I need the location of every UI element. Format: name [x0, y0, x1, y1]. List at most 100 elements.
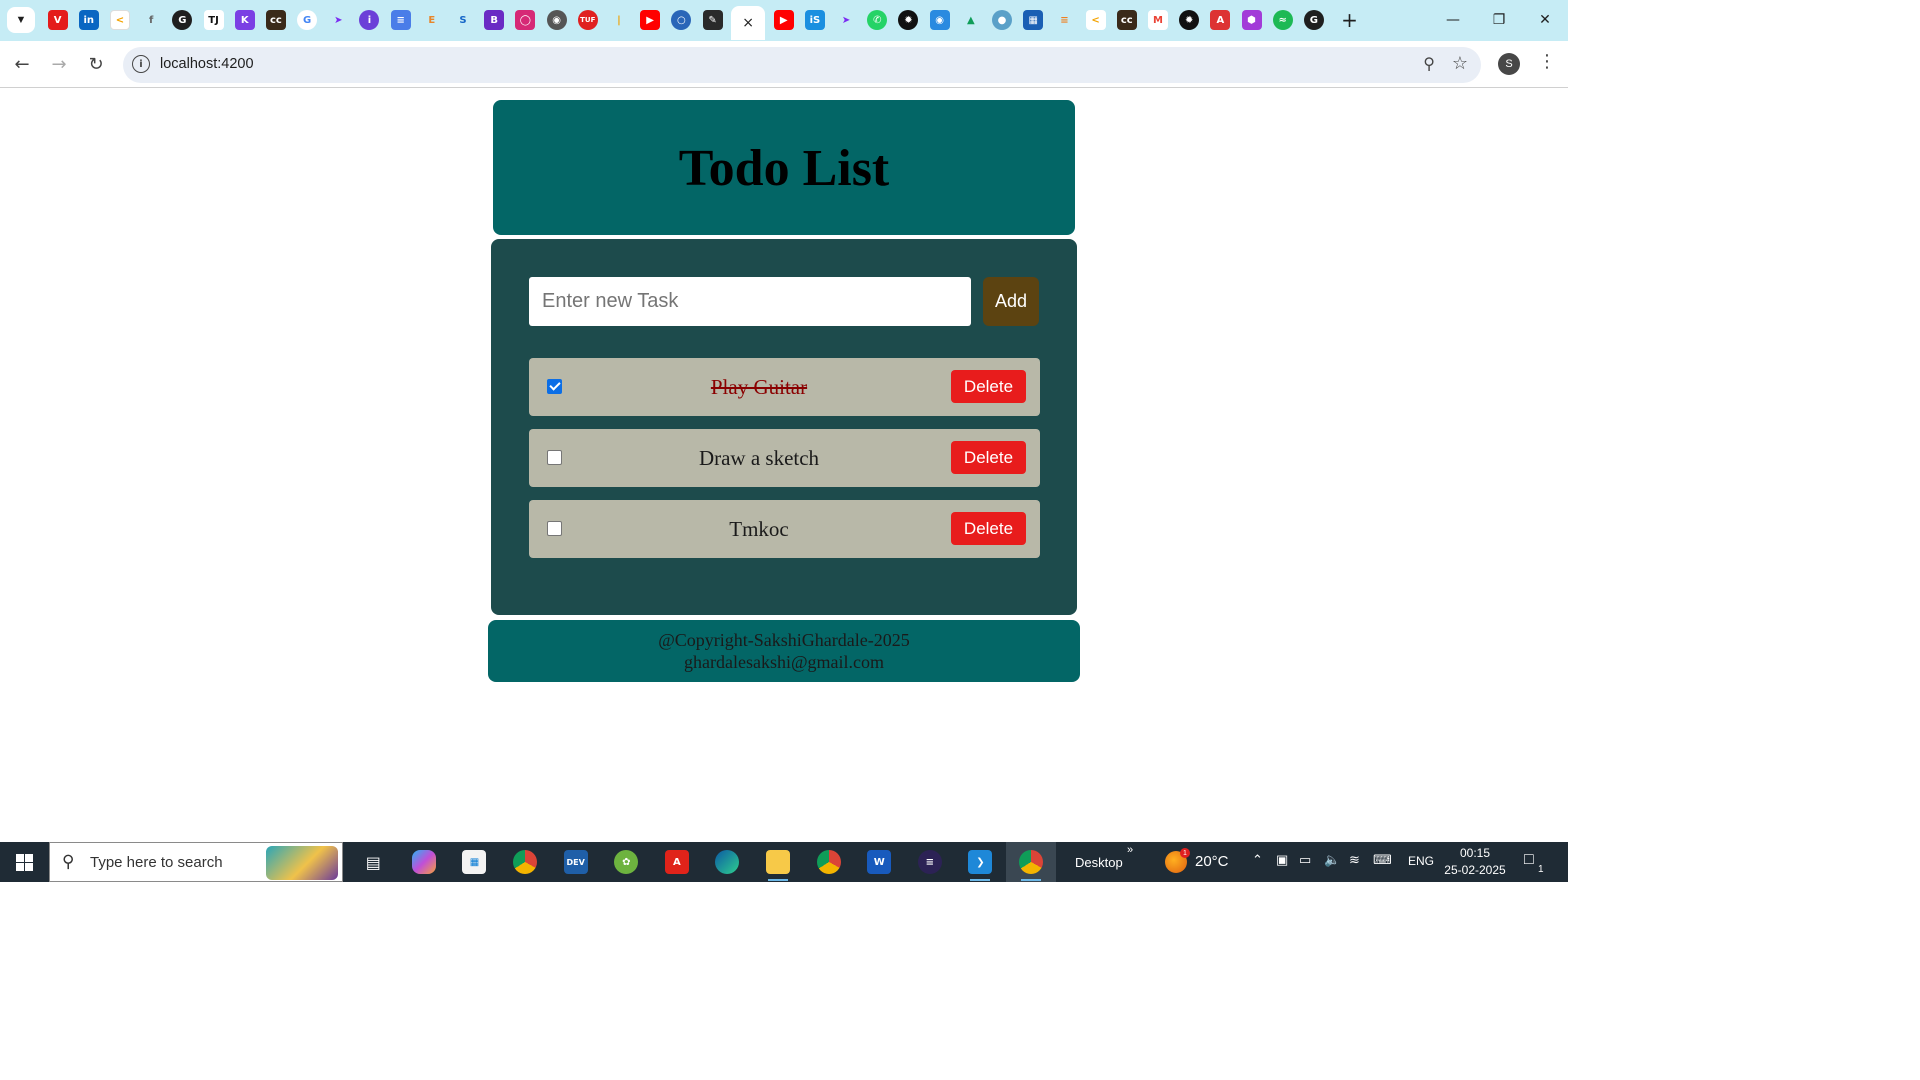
tab-is-icon[interactable]: iS: [804, 10, 825, 30]
tab-chat-icon[interactable]: ◉: [929, 10, 950, 30]
tab-gmail-icon[interactable]: M: [1147, 10, 1168, 30]
keyboard-icon[interactable]: ⌨: [1373, 852, 1392, 868]
taskbar-search-placeholder: Type here to search: [90, 854, 223, 871]
battery-icon[interactable]: ▭: [1299, 852, 1311, 868]
tab-instagram-icon[interactable]: ◯: [515, 10, 536, 30]
tab-drive-icon[interactable]: ▲: [960, 10, 981, 30]
weather-temperature[interactable]: 20°C: [1195, 853, 1229, 870]
tab-b-icon[interactable]: B: [484, 10, 505, 30]
delete-task-button[interactable]: Delete: [951, 441, 1026, 474]
edge-button[interactable]: [702, 842, 753, 882]
tab-linkedin-icon[interactable]: in: [78, 10, 99, 30]
tab-angular-icon[interactable]: A: [1210, 10, 1231, 30]
copilot-button[interactable]: [399, 842, 450, 882]
task-checkbox[interactable]: [547, 450, 562, 465]
more-menu-icon[interactable]: ⋮: [1538, 51, 1556, 72]
tab-youtube-icon[interactable]: ▶: [640, 10, 661, 30]
delete-task-button[interactable]: Delete: [951, 370, 1026, 403]
desktop-toolbar-label[interactable]: Desktop: [1075, 842, 1123, 882]
reload-icon[interactable]: ↻: [83, 51, 109, 77]
new-task-input[interactable]: [529, 277, 971, 326]
chrome-profile-icon: [816, 850, 841, 874]
address-bar[interactable]: i localhost:4200 ⚲ ☆: [123, 47, 1481, 83]
tab-kotlin-icon[interactable]: K: [234, 10, 255, 30]
address-bar-url[interactable]: localhost:4200: [160, 56, 254, 72]
tab-youtube-2-icon[interactable]: ▶: [773, 10, 794, 30]
show-hidden-icons-icon[interactable]: ⌃: [1252, 852, 1263, 868]
tab-small-icon[interactable]: f: [141, 10, 162, 30]
minimize-icon[interactable]: —: [1430, 0, 1476, 40]
chevron-right-icon[interactable]: »: [1127, 844, 1133, 856]
store-icon: ▦: [462, 850, 487, 874]
vscode-button[interactable]: ❯: [955, 842, 1006, 882]
chrome-profile-button[interactable]: [803, 842, 854, 882]
tab-tj-icon[interactable]: TJ: [203, 10, 224, 30]
task-checkbox[interactable]: [547, 521, 562, 536]
task-title: Play Guitar: [710, 374, 808, 399]
tab-spotify-icon[interactable]: ≈: [1272, 10, 1293, 30]
tab-pen-icon[interactable]: ✎: [702, 10, 723, 30]
restore-icon[interactable]: ❐: [1476, 0, 1522, 40]
start-button[interactable]: [0, 842, 48, 882]
tab-hex-icon[interactable]: ⬢: [1241, 10, 1262, 30]
tab-cc-icon[interactable]: cc: [265, 10, 286, 30]
tab-docs-icon[interactable]: ≡: [390, 10, 411, 30]
tab-search-menu-button[interactable]: ▼: [7, 7, 35, 33]
tab-vivaldi-icon[interactable]: V: [47, 10, 68, 30]
tab-arrow-icon[interactable]: ➤: [328, 10, 349, 30]
tab-code-icon[interactable]: <: [109, 10, 130, 30]
devcpp-button[interactable]: DEV: [550, 842, 601, 882]
word-button[interactable]: W: [854, 842, 905, 882]
notification-icon[interactable]: □: [1524, 851, 1534, 869]
tab-s-icon[interactable]: S: [453, 10, 474, 30]
tab-code-2-icon[interactable]: <: [1085, 10, 1106, 30]
chrome-button[interactable]: [500, 842, 551, 882]
tab-globe-icon[interactable]: ◉: [546, 10, 567, 30]
close-window-icon[interactable]: ✕: [1522, 0, 1568, 40]
pinned-tabs: V in < f G TJ K cc G ➤ i ≡ E S B ◯ ◉ TUF…: [42, 6, 1362, 40]
chrome-active-button[interactable]: [1005, 842, 1057, 882]
zoom-icon[interactable]: ⚲: [1423, 54, 1435, 73]
volume-icon[interactable]: 🔈: [1324, 852, 1340, 868]
new-tab-plus-icon[interactable]: +: [1338, 8, 1362, 32]
browser-tab-strip: ▼ V in < f G TJ K cc G ➤ i ≡ E S B ◯ ◉ T…: [0, 0, 1568, 41]
taskbar-clock[interactable]: 00:15 25-02-2025: [1440, 845, 1510, 879]
wifi-icon[interactable]: ≋: [1349, 852, 1360, 868]
tab-bar-icon[interactable]: |: [608, 10, 629, 30]
add-task-button[interactable]: Add: [983, 277, 1039, 326]
tab-github-2-icon[interactable]: G: [1303, 10, 1324, 30]
tab-whatsapp-icon[interactable]: ✆: [867, 10, 888, 30]
language-indicator[interactable]: ENG: [1408, 854, 1434, 868]
delete-task-button[interactable]: Delete: [951, 512, 1026, 545]
forward-arrow-icon[interactable]: →: [46, 51, 72, 77]
bookmark-star-icon[interactable]: ☆: [1452, 53, 1468, 74]
tab-arrow-2-icon[interactable]: ➤: [836, 10, 857, 30]
back-arrow-icon[interactable]: ←: [9, 51, 35, 77]
active-tab-close-icon[interactable]: ×: [731, 6, 766, 40]
meet-icon[interactable]: ▣: [1276, 852, 1288, 868]
tab-github-icon[interactable]: G: [172, 10, 193, 30]
tab-e-icon[interactable]: E: [421, 10, 442, 30]
profile-avatar[interactable]: S: [1498, 53, 1520, 75]
tab-openai-2-icon[interactable]: ✹: [1179, 10, 1200, 30]
tab-google-icon[interactable]: G: [297, 10, 318, 30]
tab-circle-icon[interactable]: ○: [671, 10, 692, 30]
tab-round-icon[interactable]: ●: [992, 10, 1013, 30]
task-title: Draw a sketch: [698, 445, 820, 470]
eclipse-button[interactable]: ≡: [905, 842, 956, 882]
task-view-button[interactable]: ▤: [348, 842, 399, 882]
store-button[interactable]: ▦: [449, 842, 500, 882]
taskbar-search[interactable]: ⚲ Type here to search: [49, 842, 343, 882]
tab-tuf-icon[interactable]: TUF: [577, 10, 598, 30]
spring-button[interactable]: ✿: [601, 842, 652, 882]
tab-forms-icon[interactable]: ▦: [1023, 10, 1044, 30]
acrobat-button[interactable]: A: [652, 842, 703, 882]
tab-openai-icon[interactable]: ✹: [898, 10, 919, 30]
devcpp-icon: DEV: [563, 850, 588, 874]
task-checkbox[interactable]: [547, 379, 562, 394]
site-info-icon[interactable]: i: [132, 55, 150, 73]
tab-info-icon[interactable]: i: [359, 10, 380, 30]
tab-cc-2-icon[interactable]: cc: [1116, 10, 1137, 30]
file-explorer-button[interactable]: [753, 842, 804, 882]
tab-stack-icon[interactable]: ≡: [1054, 10, 1075, 30]
